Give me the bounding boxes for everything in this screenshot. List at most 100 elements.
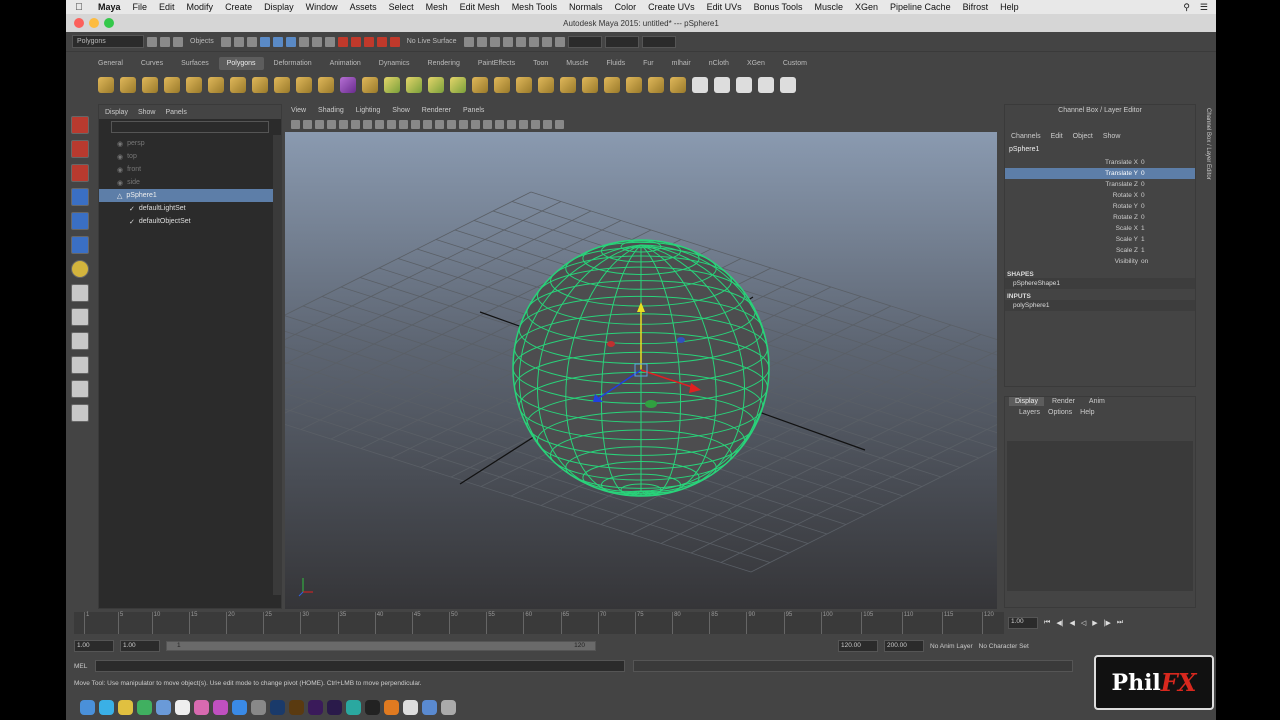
shelf-tab-custom[interactable]: Custom [775,57,815,70]
layout-persp-graph-icon[interactable] [71,356,89,374]
shelf-tab-animation[interactable]: Animation [322,57,369,70]
insert-loop-icon[interactable] [560,77,576,93]
ipr-icon[interactable] [476,36,487,47]
channel-menu-show[interactable]: Show [1103,133,1121,140]
appstore-icon[interactable] [232,699,247,715]
step-back-key-icon[interactable]: ◀| [1056,619,1063,627]
channel-value[interactable]: 0 [1141,214,1155,221]
gate-mask-icon[interactable] [375,119,384,129]
trash-icon[interactable] [441,699,456,715]
layout-four-icon[interactable] [71,308,89,326]
menu-mesh-tools[interactable]: Mesh Tools [506,2,563,12]
preferences-icon[interactable] [251,699,266,715]
menu-assets[interactable]: Assets [344,2,383,12]
menu-normals[interactable]: Normals [563,2,609,12]
textured-icon[interactable] [447,119,456,129]
channel-box-side-tab[interactable]: Channel Box / Layer Editor [1199,108,1211,180]
channel-translate-x[interactable]: Translate X0 [1005,157,1195,168]
channel-value[interactable]: 0 [1141,203,1155,210]
outliner-item-defaultlightset[interactable]: ✓ defaultLightSet [99,202,281,215]
current-frame-field[interactable]: 1.00 [1008,617,1038,629]
poly-cylinder-icon[interactable] [142,77,158,93]
live-surface-label[interactable]: No Live Surface [403,38,461,45]
xray-joints-icon[interactable] [495,119,504,129]
outliner-item-front[interactable]: ◉ front [99,163,281,176]
uv-snapshot-icon[interactable] [758,77,774,93]
shelf-tab-polygons[interactable]: Polygons [218,57,264,70]
play-forward-icon[interactable]: ▶ [1092,619,1097,627]
mask-icon-3[interactable] [285,36,296,47]
resolution-gate-icon[interactable] [363,119,372,129]
textedit-icon[interactable] [403,699,418,715]
layout-outliner-icon[interactable] [71,380,89,398]
wedge-icon[interactable] [604,77,620,93]
photos-icon[interactable] [194,699,209,715]
layer-tab-display[interactable]: Display [1009,397,1044,406]
combine-icon[interactable] [362,77,378,93]
menu-display[interactable]: Display [258,2,300,12]
channel-value[interactable]: 0 [1141,159,1155,166]
layout-two-icon[interactable] [71,332,89,350]
shelf-tab-fluids[interactable]: Fluids [598,57,633,70]
anim-layer-dropdown[interactable]: No Anim Layer [930,643,973,650]
shelf-tab-rendering[interactable]: Rendering [420,57,468,70]
list-icon[interactable]: ☰ [1200,2,1208,13]
reduce-icon[interactable] [670,77,686,93]
mask-icon-5[interactable] [311,36,322,47]
split-icon[interactable] [538,77,554,93]
channel-visibility[interactable]: Visibility on [1005,256,1195,267]
separate-icon[interactable] [384,77,400,93]
go-to-start-icon[interactable]: ⏮ [1044,619,1050,627]
viewport-menu-renderer[interactable]: Renderer [422,107,451,114]
save-scene-icon[interactable] [173,36,183,47]
viewport-menu-shading[interactable]: Shading [318,107,344,114]
go-to-end-icon[interactable]: ⏭ [1117,619,1123,627]
panel-toggle-icon-4[interactable] [554,36,565,47]
safe-action-icon[interactable] [399,119,408,129]
time-slider[interactable]: 1 5 10 15 20 25 30 35 40 45 50 55 60 65 70 75 80 85 90 95 10… [74,612,1004,634]
wireframe-icon[interactable] [423,119,432,129]
viewport-menu-lighting[interactable]: Lighting [356,107,381,114]
outliner-search-input[interactable] [111,121,269,133]
outliner-item-psphere1[interactable]: △ pSphere1 [99,189,281,202]
channel-menu-object[interactable]: Object [1073,133,1093,140]
channel-value[interactable]: 1 [1141,247,1155,254]
apple-icon[interactable]:  [66,2,92,13]
outliner-item-persp[interactable]: ◉ persp [99,137,281,150]
channel-value[interactable]: 0 [1141,192,1155,199]
motion-blur-icon[interactable] [531,119,540,129]
input-field-2[interactable] [604,35,639,48]
layer-menu-layers[interactable]: Layers [1019,409,1040,416]
input-node-item[interactable]: polySphere1 [1005,300,1195,311]
menu-modify[interactable]: Modify [181,2,220,12]
channel-menu-edit[interactable]: Edit [1051,133,1063,140]
menu-edit[interactable]: Edit [153,2,181,12]
terminal-icon[interactable] [365,699,380,715]
uv-editor-icon[interactable] [714,77,730,93]
character-set-dropdown[interactable]: No Character Set [979,643,1029,650]
render-icon[interactable] [463,36,474,47]
hypershade-icon[interactable] [502,36,513,47]
outliner-item-side[interactable]: ◉ side [99,176,281,189]
smooth-shade-icon[interactable] [435,119,444,129]
channel-value[interactable]: 0 [1141,181,1155,188]
lights-icon[interactable] [459,119,468,129]
shelf-tab-xgen[interactable]: XGen [739,57,773,70]
new-scene-icon[interactable] [147,36,157,47]
select-hierarchy-icon[interactable] [220,36,231,47]
animation-end-field[interactable]: 200.00 [884,640,924,652]
perspective-viewport[interactable] [285,132,997,609]
shelf-tab-deformation[interactable]: Deformation [266,57,320,70]
shelf-tab-painteffects[interactable]: PaintEffects [470,57,523,70]
playback-end-field[interactable]: 120.00 [838,640,878,652]
poly-plane-icon[interactable] [186,77,202,93]
menu-mesh[interactable]: Mesh [420,2,454,12]
channel-value[interactable]: on [1141,258,1155,265]
outliner-item-defaultobjectset[interactable]: ✓ defaultObjectSet [99,215,281,228]
channel-scale-x[interactable]: Scale X1 [1005,223,1195,234]
menu-bonus-tools[interactable]: Bonus Tools [748,2,809,12]
last-tool-icon[interactable] [71,260,89,278]
menu-window[interactable]: Window [300,2,344,12]
input-field-1[interactable] [567,35,602,48]
boolean-icon[interactable] [428,77,444,93]
